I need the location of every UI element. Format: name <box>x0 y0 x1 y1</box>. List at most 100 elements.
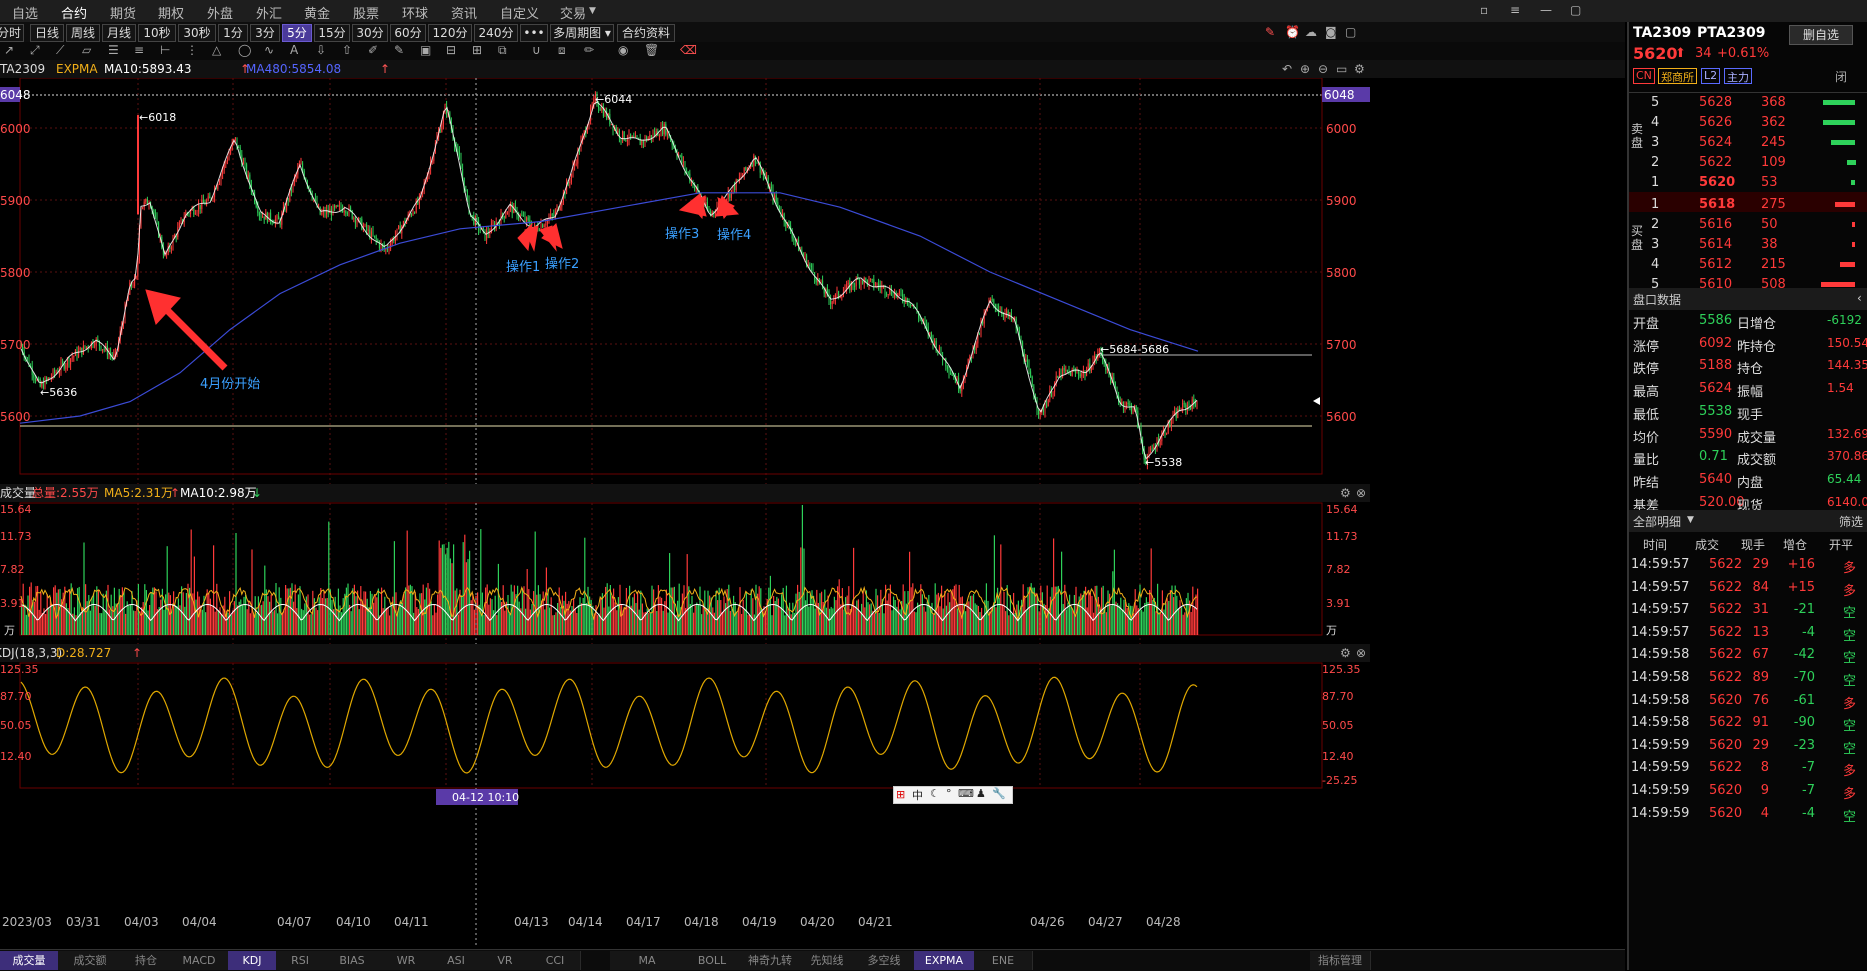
range-tool-icon[interactable]: ⊞ <box>472 43 482 57</box>
indicator-tab[interactable]: BOLL <box>684 951 741 970</box>
user-icon[interactable]: ♟ <box>976 787 986 800</box>
remove-watchlist-button[interactable]: 删自选 <box>1789 25 1853 45</box>
chevron-left-icon[interactable]: ‹ <box>1857 291 1862 305</box>
multi-period-dropdown[interactable]: 多周期图 ▾ <box>550 24 614 42</box>
indicator-tab[interactable]: RSI <box>276 951 325 970</box>
indicator-tab[interactable]: 成交量 <box>0 951 59 970</box>
ask-level-row[interactable]: 5 5628 368 <box>1629 92 1867 114</box>
alarm-icon[interactable]: ⏰ <box>1285 25 1300 39</box>
text-tool-icon[interactable]: A <box>290 43 298 57</box>
tick-row[interactable]: 14:59:58 5622 67 -42 空 <box>1629 644 1867 666</box>
ray-tool-icon[interactable]: ⤢ <box>30 43 40 58</box>
ask-level-row[interactable]: 3 5624 245 <box>1629 132 1867 154</box>
nav-item-stocks[interactable]: 股票 <box>353 3 379 22</box>
tick-row[interactable]: 14:59:57 5622 13 -4 空 <box>1629 622 1867 644</box>
ellipse-tool-icon[interactable]: ◯ <box>238 43 251 57</box>
chevron-down-icon[interactable]: ▼ <box>589 6 596 16</box>
ime-toolbar[interactable]: ⊞ 中 ☾ ° ⌨ ♟ 🔧 <box>893 786 1013 804</box>
tick-row[interactable]: 14:59:59 5620 29 -23 空 <box>1629 735 1867 757</box>
indicator-tab[interactable]: EXPMA <box>914 951 975 970</box>
bid-level-row[interactable]: 2 5616 50 <box>1629 214 1867 236</box>
period-button-240m[interactable]: 240分 <box>474 24 518 42</box>
moon-icon[interactable]: ☾ <box>930 787 940 800</box>
indicator-tab[interactable]: 持仓 <box>122 951 171 970</box>
settings-icon[interactable]: ⚙ <box>1340 646 1351 660</box>
undo-icon[interactable]: ↶ <box>1282 62 1292 76</box>
maximize-icon[interactable]: ▢ <box>1570 3 1581 17</box>
menu-icon[interactable]: ≡ <box>1510 3 1520 17</box>
indicator-tab[interactable]: 多空线 <box>854 951 915 970</box>
period-button-60m[interactable]: 60分 <box>390 24 426 42</box>
period-button-15m[interactable]: 15分 <box>314 24 350 42</box>
copy-icon[interactable]: ⧈ <box>558 43 566 58</box>
settings-icon[interactable]: ⚙ <box>1340 486 1351 500</box>
channel-tool-icon[interactable]: ▱ <box>82 43 91 57</box>
ask-level-row[interactable]: 1 5620 53 <box>1629 172 1867 194</box>
detail-header[interactable]: 全部明细 ▼ 筛选 <box>1629 510 1867 532</box>
tick-row[interactable]: 14:59:59 5620 9 -7 多 <box>1629 780 1867 802</box>
bid-level-row[interactable]: 1 5618 275 <box>1629 194 1867 216</box>
nav-item-forex[interactable]: 外汇 <box>256 3 282 22</box>
magnet-icon[interactable]: ∪ <box>532 43 541 57</box>
zoom-out-icon[interactable]: ⊖ <box>1318 62 1328 76</box>
camera-icon[interactable]: ◙ <box>1325 25 1337 39</box>
tick-row[interactable]: 14:59:59 5622 8 -7 多 <box>1629 757 1867 779</box>
tick-row[interactable]: 14:59:57 5622 31 -21 空 <box>1629 599 1867 621</box>
tick-row[interactable]: 14:59:58 5620 76 -61 多 <box>1629 690 1867 712</box>
punct-icon[interactable]: ° <box>946 787 952 800</box>
ask-level-row[interactable]: 4 5626 362 <box>1629 112 1867 134</box>
period-button-monthly[interactable]: 月线 <box>102 24 136 42</box>
more-periods-button[interactable]: ••• <box>520 24 548 42</box>
edit-icon[interactable]: ✏ <box>584 43 594 57</box>
trash-icon[interactable]: 🗑 <box>644 43 659 57</box>
indicator-tab[interactable]: ASI <box>432 951 481 970</box>
pankou-header[interactable]: 盘口数据 ‹ <box>1629 288 1867 310</box>
filter-button[interactable]: 筛选 <box>1839 513 1863 530</box>
tick-row[interactable]: 14:59:57 5622 29 +16 多 <box>1629 554 1867 576</box>
segment-tool-icon[interactable]: ⟋ <box>56 43 64 58</box>
nav-item-foreign-market[interactable]: 外盘 <box>207 3 233 22</box>
pencil-tool-icon[interactable]: ✐ <box>368 43 378 57</box>
kline-chart[interactable]: 6048 6000 5900 5800 5700 5600 6048 6000 … <box>0 78 1625 948</box>
close-icon[interactable]: ⊗ <box>1356 486 1366 500</box>
wrench-icon[interactable]: 🔧 <box>992 787 1006 800</box>
pattern-tool-icon[interactable]: ⧉ <box>498 43 507 58</box>
minimize-icon[interactable]: — <box>1540 3 1552 17</box>
indicator-tab[interactable]: CCI <box>530 951 581 970</box>
vline-tool-icon[interactable]: ⊢ <box>160 43 170 57</box>
box-tool-icon[interactable]: ▣ <box>420 43 431 57</box>
indicator-tab[interactable]: BIAS <box>324 951 381 970</box>
fib-tool-icon[interactable]: ⋮ <box>186 43 198 57</box>
cloud-icon[interactable]: ☁ <box>1305 25 1317 39</box>
tick-row[interactable]: 14:59:57 5622 84 +15 多 <box>1629 577 1867 599</box>
indicator-tab[interactable]: MACD <box>170 951 229 970</box>
parallel-tool-icon[interactable]: ≡ <box>134 43 144 57</box>
nav-item-global[interactable]: 环球 <box>402 3 428 22</box>
keyboard-icon[interactable]: ⌨ <box>958 787 974 800</box>
wave-tool-icon[interactable]: ∿ <box>264 43 274 57</box>
period-button-1m[interactable]: 1分 <box>218 24 248 42</box>
measure-tool-icon[interactable]: ⊟ <box>446 43 456 57</box>
period-button-10s[interactable]: 10秒 <box>138 24 176 42</box>
nav-item-futures[interactable]: 期货 <box>110 3 136 22</box>
nav-item-options[interactable]: 期权 <box>158 3 184 22</box>
ask-level-row[interactable]: 2 5622 109 <box>1629 152 1867 174</box>
indicator-tab[interactable]: 指标管理 <box>1310 951 1371 970</box>
eye-icon[interactable]: ◉ <box>618 43 628 57</box>
tick-row[interactable]: 14:59:58 5622 89 -70 空 <box>1629 667 1867 689</box>
ime-mode-label[interactable]: 中 <box>912 787 923 803</box>
close-icon[interactable]: ⊗ <box>1356 646 1366 660</box>
square-icon[interactable]: ▢ <box>1345 25 1356 39</box>
panel-icon[interactable]: ▭ <box>1336 62 1347 76</box>
nav-item-news[interactable]: 资讯 <box>451 3 477 22</box>
indicator-tab[interactable]: MA <box>610 951 685 970</box>
triangle-tool-icon[interactable]: △ <box>212 43 221 57</box>
arrow-down-tool-icon[interactable]: ⇩ <box>316 43 326 57</box>
bid-level-row[interactable]: 3 5614 38 <box>1629 234 1867 256</box>
eraser-icon[interactable]: ⌫ <box>680 43 697 57</box>
period-button-intraday[interactable]: 分时 <box>0 24 24 42</box>
period-button-3m[interactable]: 3分 <box>250 24 280 42</box>
indicator-tab[interactable]: VR <box>480 951 531 970</box>
period-button-30m[interactable]: 30分 <box>352 24 388 42</box>
nav-item-watchlist[interactable]: 自选 <box>12 3 38 22</box>
